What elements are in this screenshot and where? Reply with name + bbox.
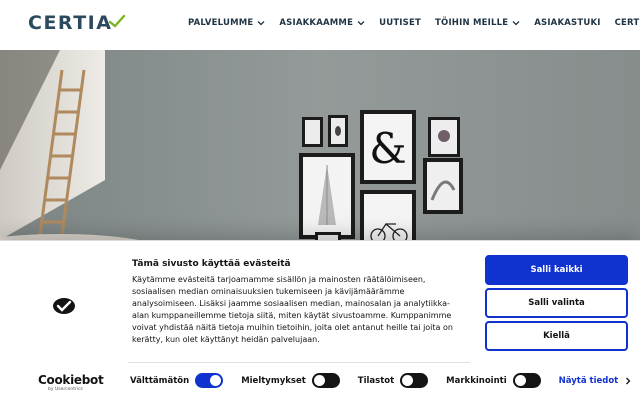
toggle-knob — [402, 375, 414, 386]
cookie-consent-banner: Cookiebot by Usercentrics Tämä sivusto k… — [0, 240, 640, 400]
nav-label: CERTIA — [614, 18, 640, 28]
show-details-link[interactable]: Näytä tiedot — [559, 376, 633, 386]
nav-label: ASIAKKAAMME — [279, 18, 354, 28]
logo-text: CERTIA — [28, 12, 113, 34]
hero-illustration: & — [0, 50, 640, 250]
show-details-label: Näytä tiedot — [558, 375, 619, 386]
toggle-knob — [313, 375, 325, 386]
nav-label: UUTISET — [379, 18, 422, 28]
nav-item-asiakastuki[interactable]: ASIAKASTUKI — [534, 18, 600, 28]
cookiebot-logo-icon — [53, 298, 75, 314]
deny-button[interactable]: Kiellä — [485, 321, 628, 351]
allow-selection-button[interactable]: Salli valinta — [485, 288, 628, 318]
chevron-down-icon — [357, 21, 365, 26]
nav-item-certia[interactable]: CERTIA — [615, 18, 640, 28]
toggle-switch[interactable] — [195, 373, 224, 388]
nav-label: PALVELUMME — [188, 18, 254, 28]
chevron-down-icon — [512, 21, 520, 26]
toggle-knob — [210, 375, 222, 386]
toggle-label: Välttämätön — [130, 375, 190, 386]
chevron-right-icon — [626, 377, 631, 384]
toggle-label: Mieltymykset — [241, 375, 306, 386]
toggle-label: Markkinointi — [446, 375, 507, 386]
nav-label: ASIAKASTUKI — [534, 18, 601, 28]
toggle-tilastot[interactable]: Tilastot — [357, 373, 429, 388]
svg-text:&: & — [369, 124, 406, 173]
toggle-markkinointi[interactable]: Markkinointi — [446, 373, 541, 388]
logo-check-icon — [109, 14, 126, 28]
hero-image: & — [0, 50, 640, 250]
toggle-label: Tilastot — [357, 375, 395, 386]
consent-toggles: Välttämätön Mieltymykset Tilastot Markki… — [130, 373, 632, 388]
main-nav: PALVELUMME ASIAKKAAMME UUTISET TÖIHIN ME… — [188, 18, 640, 28]
nav-label: TÖIHIN MEILLE — [435, 18, 509, 28]
nav-item-uutiset[interactable]: UUTISET — [379, 18, 421, 28]
cookiebot-brand: Cookiebot — [38, 373, 104, 387]
certia-logo[interactable]: CERTIA — [28, 12, 126, 34]
divider — [128, 362, 470, 363]
chevron-down-icon — [257, 21, 265, 26]
nav-item-asiakkaamme[interactable]: ASIAKKAAMME — [279, 18, 365, 28]
toggle-switch[interactable] — [512, 373, 541, 388]
cookie-title: Tämä sivusto käyttää evästeitä — [132, 259, 291, 269]
cookiebot-branding: Cookiebot by Usercentrics — [0, 241, 120, 400]
cookiebot-brand-sub: by Usercentrics — [48, 387, 83, 392]
toggle-switch[interactable] — [400, 373, 429, 388]
site-header: CERTIA PALVELUMME ASIAKKAAMME UUTISET TÖ… — [0, 0, 640, 50]
nav-item-toihin-meille[interactable]: TÖIHIN MEILLE — [435, 18, 520, 28]
toggle-valttamaton[interactable]: Välttämätön — [130, 373, 224, 388]
cookie-body-text: Käytämme evästeitä tarjoamamme sisällön … — [132, 275, 453, 344]
allow-all-button[interactable]: Salli kaikki — [485, 255, 628, 285]
toggle-knob — [514, 375, 526, 386]
toggle-mieltymykset[interactable]: Mieltymykset — [241, 373, 340, 388]
nav-item-palvelumme[interactable]: PALVELUMME — [188, 18, 265, 28]
toggle-switch[interactable] — [311, 373, 340, 388]
